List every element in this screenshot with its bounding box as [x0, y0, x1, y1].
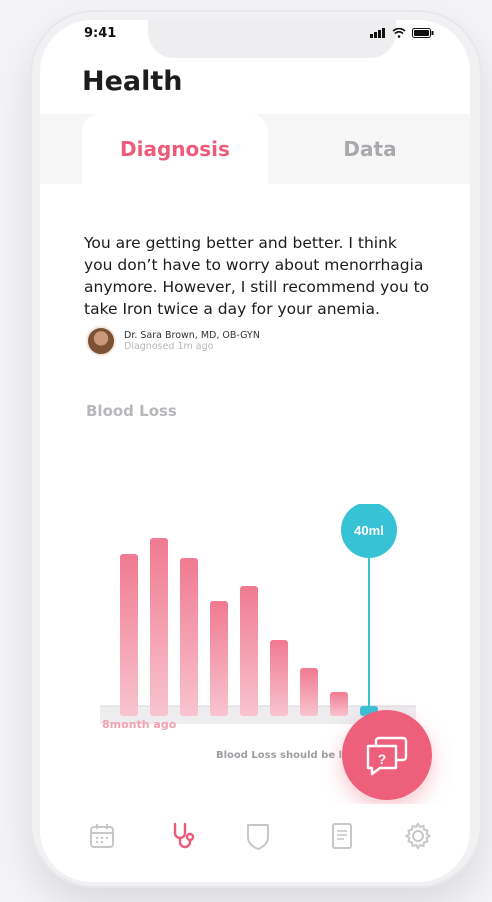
nav-protection[interactable]: [240, 818, 276, 854]
notch: [148, 20, 396, 58]
highlight-value-label: 40ml: [354, 523, 384, 538]
stethoscope-icon: [173, 822, 195, 849]
battery-icon: [412, 28, 434, 38]
section-title: Blood Loss: [86, 402, 177, 420]
status-icons: [370, 28, 434, 38]
tab-bar: Diagnosis Data: [40, 114, 470, 184]
tab-diagnosis[interactable]: Diagnosis: [82, 114, 268, 184]
gear-icon: [404, 822, 432, 850]
x-axis-start-label: 8month ago: [102, 718, 177, 731]
document-icon: [332, 823, 352, 849]
chat-question-icon: ?: [366, 736, 408, 776]
chart-bar[interactable]: [180, 558, 198, 716]
diagnosed-time: Diagnosed 1m ago: [124, 340, 214, 352]
chat-button[interactable]: ?: [342, 710, 432, 800]
chart-bar[interactable]: [210, 601, 228, 716]
avatar: [86, 326, 116, 356]
signal-icon: [370, 28, 385, 38]
chart-bar[interactable]: [120, 554, 138, 716]
diagnosis-text: You are getting better and better. I thi…: [84, 234, 430, 318]
doctor-info[interactable]: Dr. Sara Brown, MD, OB-GYN Diagnosed 1m …: [86, 326, 260, 356]
chart-bar[interactable]: [240, 586, 258, 716]
nav-calendar[interactable]: [84, 818, 120, 854]
nav-records[interactable]: [324, 818, 360, 854]
tab-data[interactable]: Data: [300, 114, 440, 184]
chart-bar[interactable]: [270, 640, 288, 716]
chart-note: Blood Loss should be le: [216, 750, 349, 761]
calendar-icon: [90, 824, 114, 848]
svg-text:?: ?: [378, 751, 387, 767]
shield-icon: [247, 824, 269, 850]
chart-bar[interactable]: [330, 692, 348, 716]
diagnosis-panel: You are getting better and better. I thi…: [40, 184, 470, 804]
bottom-nav: [40, 804, 470, 882]
chart-bar[interactable]: [300, 668, 318, 716]
blood-loss-chart: 40ml: [100, 504, 416, 724]
status-time: 9:41: [84, 26, 117, 41]
nav-settings[interactable]: [400, 818, 436, 854]
chart-bar[interactable]: [150, 538, 168, 716]
doctor-name: Dr. Sara Brown, MD, OB-GYN: [124, 329, 260, 341]
wifi-icon: [392, 28, 406, 38]
screen: 9:41 Health Diagnosis Data You are getti…: [40, 20, 470, 882]
nav-diagnosis[interactable]: [166, 818, 202, 854]
page-title: Health: [82, 66, 183, 97]
